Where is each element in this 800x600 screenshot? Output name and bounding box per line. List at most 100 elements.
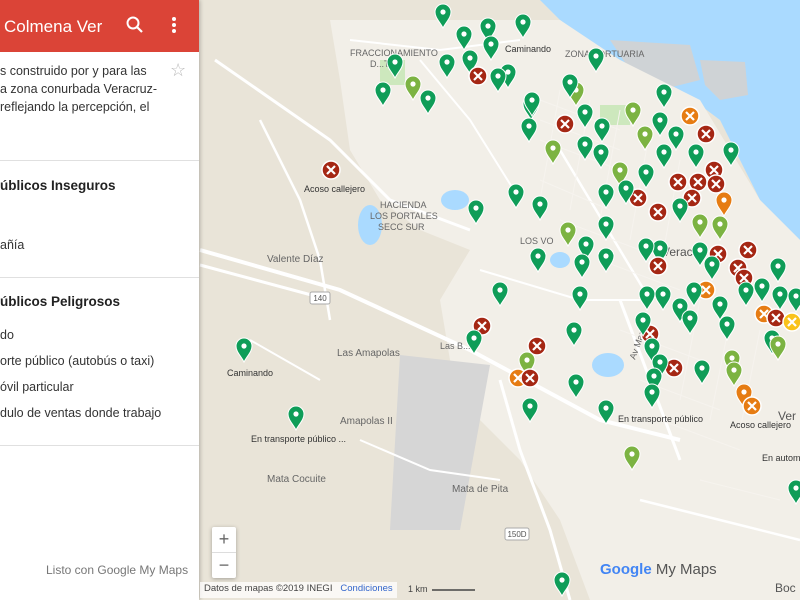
map-marker-dot: [793, 293, 799, 299]
map-marker-pin[interactable]: [287, 405, 305, 432]
label-valente-diaz: Valente Díaz: [267, 254, 324, 265]
map-marker-dot: [520, 19, 526, 25]
map-marker-dot: [524, 357, 530, 363]
label-boc: Boc: [775, 581, 796, 595]
google-my-maps-logo: Google My Maps: [600, 561, 717, 578]
map-marker-dot: [709, 261, 715, 267]
map-marker-dot: [440, 9, 446, 15]
scale-label: 1 km: [408, 584, 428, 594]
map-marker-dot: [728, 147, 734, 153]
google-my-maps-link[interactable]: Listo con Google My Maps: [46, 563, 188, 577]
map-marker-dot: [677, 203, 683, 209]
map-data-attribution: Datos de mapas ©2019 INEGI: [204, 583, 333, 594]
map-description: s construido por y para las a zona conur…: [0, 62, 165, 116]
search-icon[interactable]: [123, 13, 147, 37]
map-marker-dot: [731, 367, 737, 373]
map-marker-dot: [793, 485, 799, 491]
map-marker-dot: [380, 87, 386, 93]
marker-label-acoso-left: Acoso callejero: [304, 184, 365, 194]
marker-label-caminando-top: Caminando: [505, 44, 551, 54]
layer-title-inseguros[interactable]: úblicos Inseguros: [0, 178, 116, 193]
map-marker-dot: [657, 359, 663, 365]
description-line-3: reflejando la percepción, el: [0, 100, 150, 114]
label-amapolas-ii: Amapolas II: [340, 416, 393, 427]
map-marker-dot: [673, 131, 679, 137]
map-marker-dot: [644, 291, 650, 297]
map-marker-dot: [743, 287, 749, 293]
map-marker-dot: [488, 41, 494, 47]
map-marker-dot: [529, 97, 535, 103]
layer-item[interactable]: añía: [0, 238, 24, 252]
map-marker-dot: [495, 73, 501, 79]
zoom-in-button[interactable]: +: [212, 527, 236, 552]
map-marker-dot: [573, 379, 579, 385]
divider: [0, 277, 199, 278]
marker-label-caminando-left: Caminando: [227, 368, 273, 378]
conditions-link[interactable]: Condiciones: [340, 583, 392, 594]
map-marker-dot: [649, 343, 655, 349]
airport: [390, 355, 490, 530]
map-marker-dot: [657, 245, 663, 251]
label-hacienda-1: HACIENDA: [380, 200, 427, 210]
layer-item[interactable]: dulo de ventas donde trabajo: [0, 406, 161, 420]
map-marker-dot: [535, 253, 541, 259]
map-marker-dot: [741, 389, 747, 395]
map-marker-dot: [473, 205, 479, 211]
map-marker-dot: [461, 31, 467, 37]
layer-title-peligrosos[interactable]: úblicos Peligrosos: [0, 294, 120, 309]
map-marker-dot: [599, 123, 605, 129]
marker-label-transporte-left: En transporte público ...: [251, 434, 346, 444]
map-marker-dot: [721, 197, 727, 203]
map-marker-pin[interactable]: [235, 337, 253, 364]
map-marker-dot: [582, 109, 588, 115]
map-marker-dot: [565, 227, 571, 233]
layer-item[interactable]: do: [0, 328, 14, 342]
layer-item[interactable]: óvil particular: [0, 380, 74, 394]
map-marker-dot: [579, 259, 585, 265]
marker-label-en-autom: En autom: [762, 453, 800, 463]
map-title: Colmena Ver: [4, 17, 103, 36]
map-marker-dot: [497, 287, 503, 293]
my-maps-logo-text: My Maps: [651, 561, 717, 578]
map-marker-dot: [583, 241, 589, 247]
map-marker-dot: [467, 55, 473, 61]
map-marker-dot: [640, 317, 646, 323]
map-marker-dot: [241, 343, 247, 349]
map-marker-dot: [598, 149, 604, 155]
map-marker-dot: [410, 81, 416, 87]
label-hacienda-2: LOS PORTALES: [370, 211, 438, 221]
map-marker-dot: [697, 247, 703, 253]
map-marker-dot: [629, 451, 635, 457]
map-marker-dot: [593, 53, 599, 59]
map-marker-dot: [649, 389, 655, 395]
label-las-br: Las B...: [440, 341, 471, 351]
label-los-vo: LOS VO: [520, 236, 554, 246]
map-marker-dot: [693, 149, 699, 155]
more-vert-icon[interactable]: [162, 13, 186, 37]
google-logo-text: Google: [600, 561, 652, 578]
map-marker-dot: [643, 243, 649, 249]
map-marker-dot: [485, 23, 491, 29]
layer-item[interactable]: orte público (autobús o taxi): [0, 354, 154, 368]
map-marker-dot: [775, 263, 781, 269]
map-marker-dot: [444, 59, 450, 65]
map-marker-dot: [603, 189, 609, 195]
zoom-out-button[interactable]: −: [212, 553, 236, 578]
sidebar-header: Colmena Ver: [0, 0, 199, 52]
attribution-bar: Datos de mapas ©2019 INEGI Condiciones: [200, 582, 397, 598]
map-marker-dot: [527, 403, 533, 409]
sidebar-panel: Colmena Ver s construido por y para las …: [0, 0, 199, 600]
map-marker-dot: [651, 373, 657, 379]
label-mata-de-pita: Mata de Pita: [452, 484, 509, 495]
divider: [0, 445, 199, 446]
star-icon[interactable]: ☆: [170, 60, 186, 81]
label-zona-portuaria: ZONA PORTUARIA: [565, 49, 644, 59]
map-marker-dot: [513, 189, 519, 195]
description-line-1: s construido por y para las: [0, 64, 147, 78]
lagoon-3: [592, 353, 624, 377]
map-marker-dot: [617, 167, 623, 173]
map-marker-dot: [697, 219, 703, 225]
description-line-2: a zona conurbada Veracruz-: [0, 82, 158, 96]
map-marker-dot: [759, 283, 765, 289]
label-hacienda-3: SECC SUR: [378, 222, 425, 232]
